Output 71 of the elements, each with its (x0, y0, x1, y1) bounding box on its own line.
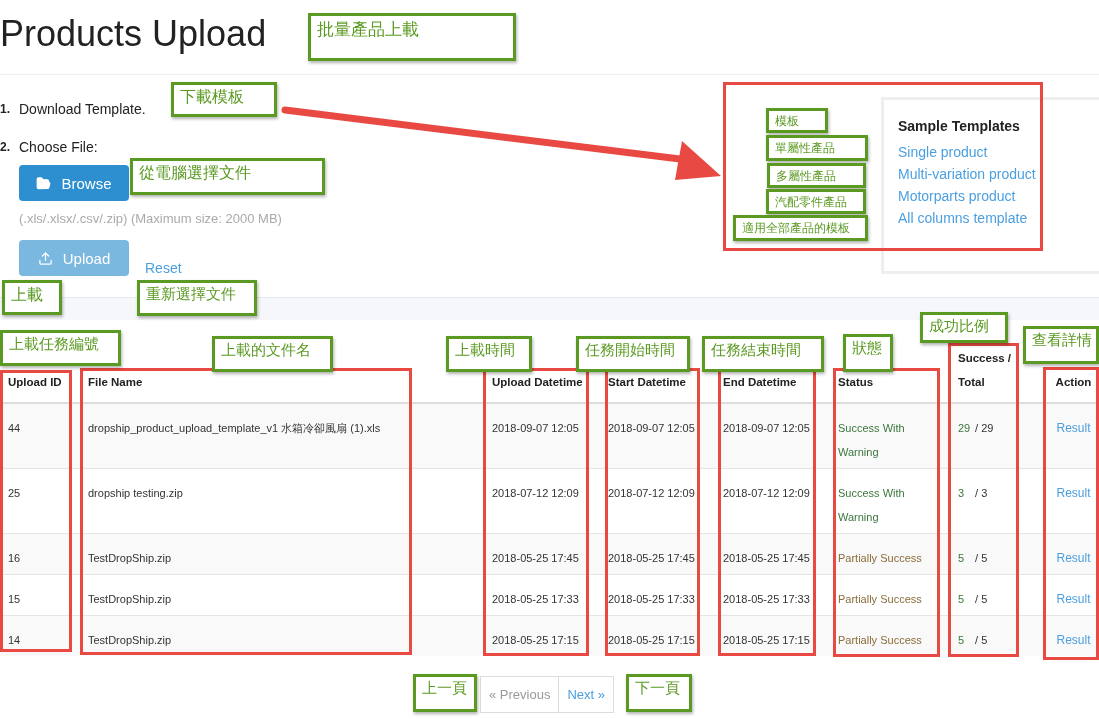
table-cell: 2018-05-25 17:15 (715, 615, 830, 656)
callout-label: 多屬性產品 (767, 163, 866, 188)
browse-button[interactable]: Browse (19, 165, 129, 201)
step-number: 1. (0, 102, 11, 116)
callout-label: 成功比例 (920, 312, 1008, 343)
callout-label: 下一頁 (626, 674, 692, 712)
table-cell: 44 (0, 403, 80, 468)
page-title: Products Upload (0, 13, 267, 55)
success-total-cell: 5 / 5 (950, 533, 1040, 574)
callout-label: 上載時間 (446, 336, 532, 372)
callout-label: 重新選擇文件 (137, 280, 257, 316)
table-cell: TestDropShip.zip (80, 574, 484, 615)
result-link[interactable]: Result (1056, 550, 1091, 565)
result-link[interactable]: Result (1056, 485, 1091, 500)
table-cell: 2018-05-25 17:33 (484, 574, 600, 615)
table-cell: 2018-05-25 17:33 (715, 574, 830, 615)
table-cell: 16 (0, 533, 80, 574)
result-link[interactable]: Result (1056, 591, 1091, 606)
status-cell: Partially Success (830, 574, 950, 615)
folder-icon (36, 175, 52, 191)
callout-label: 上一頁 (413, 674, 477, 712)
callout-label: 任務開始時間 (576, 336, 690, 372)
template-link[interactable]: All columns template (898, 210, 1099, 226)
callout-label: 上載的文件名 (212, 336, 333, 372)
table-cell: 2018-05-25 17:45 (715, 533, 830, 574)
callout-label: 下載模板 (171, 82, 277, 117)
table-cell: 2018-05-25 17:45 (484, 533, 600, 574)
table-cell: 2018-09-07 12:05 (600, 403, 715, 468)
table-cell: 2018-05-25 17:15 (600, 615, 715, 656)
file-type-hint: (.xls/.xlsx/.csv/.zip) (Maximum size: 2000 MB) (19, 211, 283, 226)
table-cell: 2018-09-07 12:05 (484, 403, 600, 468)
callout-label: 從電腦選擇文件 (130, 158, 325, 195)
table-cell: 2018-05-25 17:33 (600, 574, 715, 615)
table-cell: TestDropShip.zip (80, 533, 484, 574)
result-link[interactable]: Result (1056, 421, 1091, 435)
panel-title: Sample Templates (898, 118, 1021, 134)
success-total-cell: 5 / 5 (950, 615, 1040, 656)
table-cell: TestDropShip.zip (80, 615, 484, 656)
step-number: 2. (0, 140, 11, 154)
table-cell: 2018-07-12 12:09 (484, 468, 600, 533)
callout-label: 上載任務編號 (0, 330, 121, 366)
callout-label: 批量產品上載 (308, 13, 516, 61)
result-link[interactable]: Result (1056, 632, 1091, 647)
status-cell: Success With Warning (830, 468, 950, 533)
callout-label: 汽配零件產品 (766, 189, 866, 214)
upload-icon (37, 250, 53, 266)
step-label: Download Template. (19, 101, 146, 117)
status-cell: Partially Success (830, 615, 950, 656)
callout-label: 單屬性產品 (766, 135, 868, 161)
callout-label: 任務結束時間 (702, 336, 824, 372)
table-cell: 14 (0, 615, 80, 656)
template-link[interactable]: Single product (898, 144, 1099, 160)
table-cell: 2018-05-25 17:45 (600, 533, 715, 574)
table-cell: dropship_product_upload_template_v1 水箱冷卻風扇 (1).xls (80, 403, 484, 468)
callout-label: 適用全部產品的模板 (733, 215, 868, 241)
reset-link[interactable]: Reset (145, 260, 182, 276)
table-cell: 2018-07-12 12:09 (715, 468, 830, 533)
table-cell: 2018-07-12 12:09 (600, 468, 715, 533)
table-cell: 2018-05-25 17:15 (484, 615, 600, 656)
template-link[interactable]: Multi-variation product (898, 166, 1099, 182)
next-page-link[interactable]: Next » (558, 676, 614, 713)
callout-label: 上載 (2, 280, 62, 315)
status-cell: Success With Warning (830, 403, 950, 468)
callout-label: 模板 (766, 108, 828, 133)
table-cell: dropship testing.zip (80, 468, 484, 533)
callout-label: 狀態 (843, 334, 893, 372)
table-cell: 2018-09-07 12:05 (715, 403, 830, 468)
status-cell: Partially Success (830, 533, 950, 574)
step-label: Choose File: (19, 139, 98, 155)
template-link[interactable]: Motorparts product (898, 188, 1099, 204)
success-total-cell: 29 / 29 (950, 403, 1040, 468)
